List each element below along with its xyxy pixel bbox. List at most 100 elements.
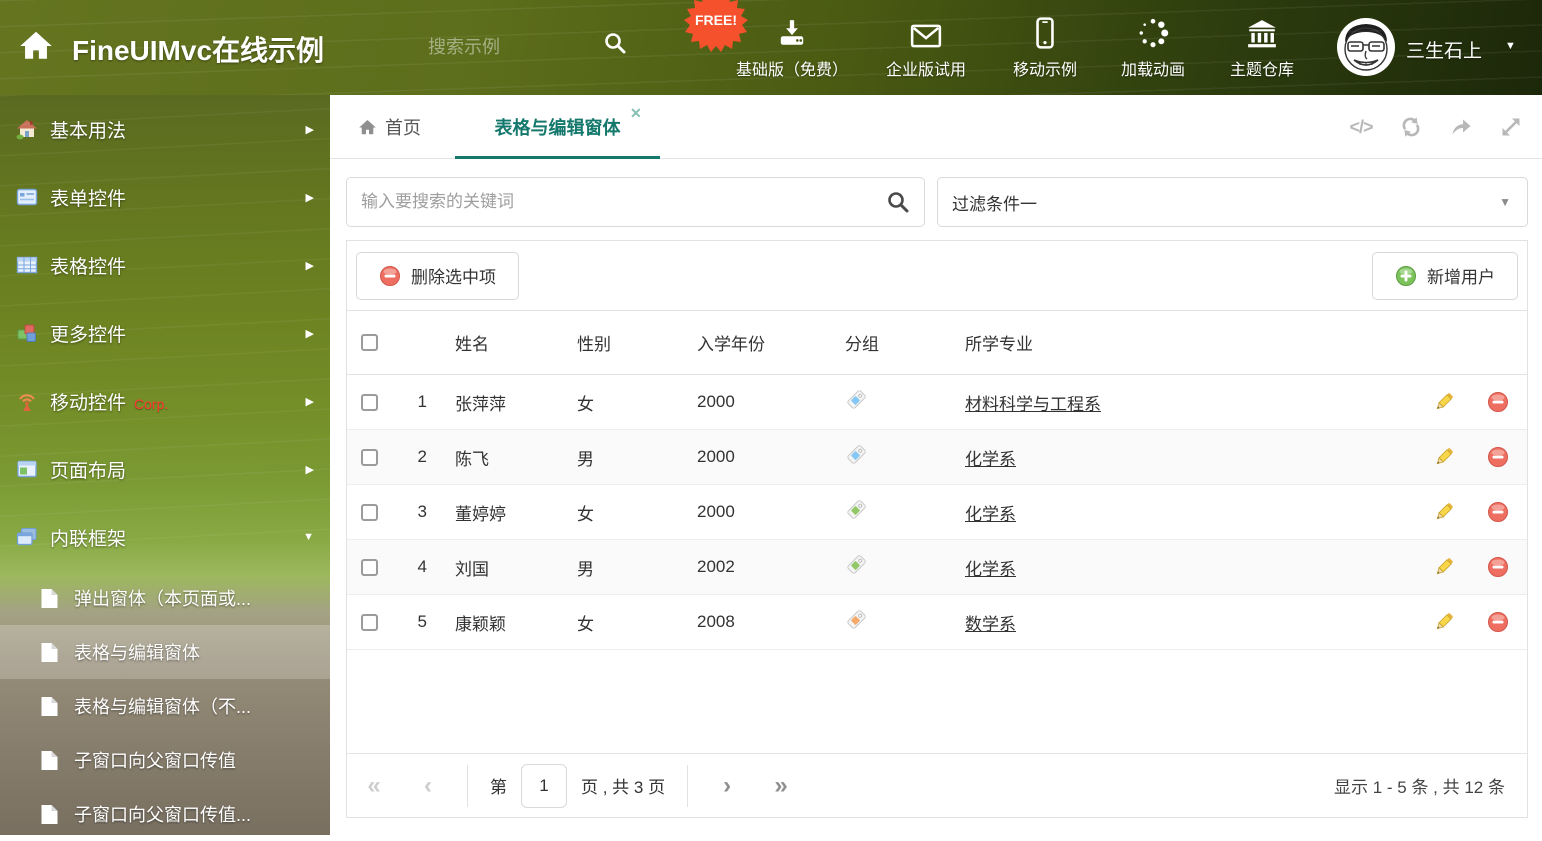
user-caret-icon[interactable]: ▼: [1505, 40, 1516, 52]
cell-gender: 女: [577, 394, 594, 414]
table-row: 3 董婷婷 女 2000 化学系: [347, 485, 1527, 540]
delete-row-icon[interactable]: [1487, 611, 1509, 633]
sidebar-item[interactable]: 基本用法 ▶: [0, 95, 330, 163]
delete-row-icon[interactable]: [1487, 556, 1509, 578]
pager-prev-button[interactable]: ‹: [401, 772, 455, 800]
sidebar-subitem[interactable]: 表格与编辑窗体: [0, 625, 330, 679]
tag-icon: [845, 389, 867, 411]
header: FineUIMvc在线示例 FREE! 基础版（免费） 企业版试用 移动示例 加载动画…: [0, 0, 1542, 95]
cell-gender: 男: [577, 449, 594, 469]
chevron-right-icon: ▶: [305, 395, 314, 408]
edit-pencil-icon[interactable]: [1433, 611, 1455, 633]
svg-text:FREE!: FREE!: [695, 12, 737, 28]
tag-icon: [845, 499, 867, 521]
page-number-input[interactable]: [521, 763, 567, 808]
sidebar: 基本用法 ▶ 表单控件 ▶ 表格控件 ▶ 更多控件 ▶ 移动控件 Corp. ▶ 页面布局 ▶ 内联框架 ▼…: [0, 95, 330, 835]
page-icon: [40, 804, 59, 825]
edit-pencil-icon[interactable]: [1433, 501, 1455, 523]
sidebar-item[interactable]: 表格控件 ▶: [0, 231, 330, 299]
edit-pencil-icon[interactable]: [1433, 446, 1455, 468]
keyword-search-input[interactable]: [347, 179, 886, 225]
sidebar-item[interactable]: 移动控件 Corp. ▶: [0, 367, 330, 435]
cell-name: 陈飞: [455, 449, 489, 469]
grid-toolbar: 删除选中项 新增用户: [347, 241, 1527, 311]
refresh-icon[interactable]: [1398, 114, 1424, 140]
row-checkbox[interactable]: [361, 503, 378, 521]
code-icon[interactable]: </>: [1348, 114, 1374, 140]
delete-row-icon[interactable]: [1487, 501, 1509, 523]
cell-name: 张萍萍: [455, 394, 506, 414]
header-search-icon[interactable]: [603, 31, 627, 55]
col-gender: 性别: [577, 335, 611, 354]
major-link[interactable]: 数学系: [965, 615, 1016, 634]
row-checkbox[interactable]: [361, 448, 378, 466]
frames-icon: [16, 526, 38, 548]
sidebar-item[interactable]: 表单控件 ▶: [0, 163, 330, 231]
select-all-checkbox[interactable]: [361, 334, 378, 351]
corp-badge: Corp.: [134, 395, 169, 412]
tab-bar: 首页 表格与编辑窗体 ✕ </>: [330, 95, 1542, 159]
major-link[interactable]: 化学系: [965, 560, 1016, 579]
home-icon[interactable]: [18, 28, 54, 64]
sidebar-subitem[interactable]: 弹出窗体（本页面或...: [0, 571, 330, 625]
sidebar-subitem[interactable]: 子窗口向父窗口传值: [0, 733, 330, 787]
header-nav-item[interactable]: 移动示例: [990, 13, 1100, 80]
row-checkbox[interactable]: [361, 558, 378, 576]
major-link[interactable]: 化学系: [965, 505, 1016, 524]
share-icon[interactable]: [1448, 114, 1474, 140]
edit-pencil-icon[interactable]: [1433, 391, 1455, 413]
sidebar-subitem[interactable]: 子窗口向父窗口传值...: [0, 787, 330, 841]
sidebar-item[interactable]: 更多控件 ▶: [0, 299, 330, 367]
cell-gender: 男: [577, 559, 594, 579]
chevron-right-icon: ▶: [305, 259, 314, 272]
avatar[interactable]: [1337, 18, 1395, 76]
pager-last-button[interactable]: »: [754, 772, 808, 800]
keyword-search-icon[interactable]: [886, 190, 910, 214]
header-nav-item[interactable]: 企业版试用: [862, 13, 990, 80]
filter-row: 过滤条件一 ▼: [330, 159, 1542, 239]
filter-dropdown[interactable]: 过滤条件一 ▼: [937, 177, 1528, 227]
cell-year: 2000: [697, 392, 735, 411]
sidebar-item-label: 移动控件 Corp.: [50, 392, 169, 414]
table-row: 2 陈飞 男 2000 化学系: [347, 430, 1527, 485]
delete-row-icon[interactable]: [1487, 446, 1509, 468]
pager-prefix: 第: [490, 778, 507, 797]
header-search-input[interactable]: [428, 30, 598, 64]
logo-text[interactable]: FineUIMvc在线示例: [72, 29, 324, 69]
page-icon: [40, 696, 59, 717]
major-link[interactable]: 材料科学与工程系: [965, 395, 1101, 414]
col-major: 所学专业: [965, 335, 1033, 354]
home-icon: [16, 118, 38, 140]
row-checkbox[interactable]: [361, 393, 378, 411]
page-icon: [40, 750, 59, 771]
major-link[interactable]: 化学系: [965, 450, 1016, 469]
sidebar-subitem[interactable]: 表格与编辑窗体（不...: [0, 679, 330, 733]
cell-name: 康颖颖: [455, 614, 506, 634]
header-nav-label: 加载动画: [1120, 62, 1185, 79]
cell-name: 董婷婷: [455, 504, 506, 524]
user-name[interactable]: 三生石上: [1406, 36, 1482, 63]
add-user-button[interactable]: 新增用户: [1372, 251, 1518, 300]
sidebar-item[interactable]: 页面布局 ▶: [0, 435, 330, 503]
sidebar-item[interactable]: 内联框架 ▼: [0, 503, 330, 571]
pager-next-button[interactable]: ›: [700, 772, 754, 800]
col-group: 分组: [845, 335, 879, 354]
row-checkbox[interactable]: [361, 613, 378, 631]
header-nav-item[interactable]: 加载动画: [1100, 13, 1206, 80]
expand-icon[interactable]: [1498, 114, 1524, 140]
close-tab-icon[interactable]: ✕: [630, 105, 642, 122]
sidebar-submenu: 弹出窗体（本页面或... 表格与编辑窗体 表格与编辑窗体（不... 子窗口向父窗口传值…: [0, 571, 330, 841]
free-badge: FREE!: [684, 0, 748, 52]
tab-home[interactable]: 首页: [358, 95, 421, 159]
sidebar-subitem-label: 子窗口向父窗口传值...: [74, 805, 252, 825]
row-index: 3: [417, 502, 427, 521]
delete-selected-button[interactable]: 删除选中项: [356, 251, 519, 300]
delete-row-icon[interactable]: [1487, 391, 1509, 413]
plus-circle-icon: [1396, 265, 1416, 286]
edit-pencil-icon[interactable]: [1433, 556, 1455, 578]
antenna-icon: [16, 390, 38, 412]
sidebar-item-label: 基本用法: [50, 120, 127, 142]
main-content: 首页 表格与编辑窗体 ✕ </> 输入要搜索的关键词 过滤条件一 ▼ 删除选中项…: [330, 95, 1542, 835]
header-nav-item[interactable]: 主题仓库: [1206, 13, 1318, 80]
pager-first-button[interactable]: «: [347, 772, 401, 800]
